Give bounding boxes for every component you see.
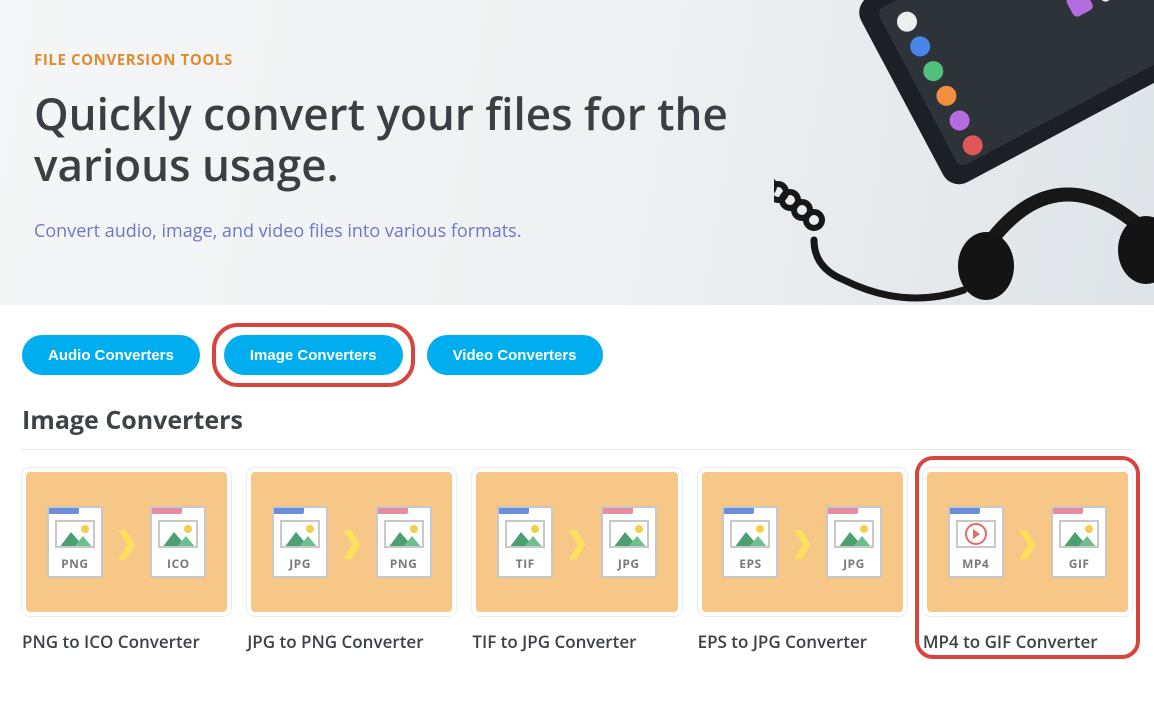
card-visual: JPG ❯ PNG	[247, 468, 456, 616]
arrow-icon: ❯	[790, 528, 813, 556]
file-from-icon: JPG	[272, 506, 328, 578]
arrow-icon: ❯	[565, 528, 588, 556]
file-to-ext: JPG	[603, 555, 655, 572]
file-from-ext: TIF	[499, 555, 551, 572]
file-from-icon: PNG	[47, 506, 103, 578]
file-to-ext: GIF	[1053, 555, 1105, 572]
file-from-ext: JPG	[274, 555, 326, 572]
hero-title: Quickly convert your files for the vario…	[34, 88, 734, 189]
file-to-ext: JPG	[828, 555, 880, 572]
card-mp4-to-gif-wrap: MP4 ❯ GIF MP4 to GIF Converter	[923, 468, 1132, 653]
file-to-ext: ICO	[152, 555, 204, 572]
file-to-icon: PNG	[376, 506, 432, 578]
tab-image-converters[interactable]: Image Converters	[224, 335, 403, 375]
card-tif-to-jpg-wrap: TIF ❯ JPG TIF to JPG Converter	[472, 468, 681, 653]
tab-audio-converters[interactable]: Audio Converters	[22, 335, 200, 375]
card-label: MP4 to GIF Converter	[923, 630, 1132, 653]
tab-video-converters-wrap: Video Converters	[427, 335, 603, 375]
converter-tabs: Audio Converters Image Converters Video …	[0, 305, 1154, 395]
card-png-to-ico[interactable]: PNG ❯ ICO PNG to ICO Converter	[22, 468, 231, 653]
card-label: JPG to PNG Converter	[247, 630, 456, 653]
file-from-icon: TIF	[497, 506, 553, 578]
card-label: TIF to JPG Converter	[472, 630, 681, 653]
card-visual: EPS ❯ JPG	[698, 468, 907, 616]
arrow-icon: ❯	[340, 528, 363, 556]
hero-decor-illustration	[774, 0, 1154, 305]
hero-subtitle: Convert audio, image, and video files in…	[34, 219, 1114, 243]
file-from-ext: EPS	[724, 555, 776, 572]
file-from-icon: MP4	[948, 506, 1004, 578]
file-from-icon: EPS	[722, 506, 778, 578]
file-to-icon: JPG	[601, 506, 657, 578]
converter-card-grid: PNG ❯ ICO PNG to ICO Converter JPG ❯	[0, 468, 1154, 663]
card-jpg-to-png[interactable]: JPG ❯ PNG JPG to PNG Converter	[247, 468, 456, 653]
section-divider	[22, 449, 1132, 450]
card-eps-to-jpg-wrap: EPS ❯ JPG EPS to JPG Converter	[698, 468, 907, 653]
file-to-ext: PNG	[378, 555, 430, 572]
file-to-icon: GIF	[1051, 506, 1107, 578]
card-tif-to-jpg[interactable]: TIF ❯ JPG TIF to JPG Converter	[472, 468, 681, 653]
file-from-ext: MP4	[950, 555, 1002, 572]
arrow-icon: ❯	[1016, 528, 1039, 556]
card-visual: MP4 ❯ GIF	[923, 468, 1132, 616]
hero-banner: FILE CONVERSION TOOLS Quickly convert yo…	[0, 0, 1154, 305]
tab-video-converters[interactable]: Video Converters	[427, 335, 603, 375]
card-png-to-ico-wrap: PNG ❯ ICO PNG to ICO Converter	[22, 468, 231, 653]
arrow-icon: ❯	[115, 528, 138, 556]
tab-audio-converters-wrap: Audio Converters	[22, 335, 200, 375]
file-to-icon: ICO	[150, 506, 206, 578]
card-eps-to-jpg[interactable]: EPS ❯ JPG EPS to JPG Converter	[698, 468, 907, 653]
card-visual: TIF ❯ JPG	[472, 468, 681, 616]
file-from-ext: PNG	[49, 555, 101, 572]
hero-eyebrow: FILE CONVERSION TOOLS	[34, 50, 1114, 70]
card-label: EPS to JPG Converter	[698, 630, 907, 653]
card-mp4-to-gif[interactable]: MP4 ❯ GIF MP4 to GIF Converter	[923, 468, 1132, 653]
card-jpg-to-png-wrap: JPG ❯ PNG JPG to PNG Converter	[247, 468, 456, 653]
section-title: Image Converters	[0, 395, 1154, 449]
tab-image-converters-wrap: Image Converters	[224, 335, 403, 375]
card-visual: PNG ❯ ICO	[22, 468, 231, 616]
card-label: PNG to ICO Converter	[22, 630, 231, 653]
file-to-icon: JPG	[826, 506, 882, 578]
